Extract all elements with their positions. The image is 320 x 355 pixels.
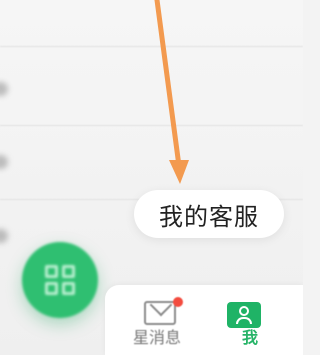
- mobile-screen: 我的客服 星消息 我: [0, 0, 303, 355]
- qr-code-icon: [45, 265, 75, 295]
- nav-label-me: 我: [242, 328, 259, 347]
- background-dot: [0, 155, 8, 169]
- qr-scan-button[interactable]: [22, 242, 98, 318]
- nav-item-me[interactable]: 我: [105, 285, 261, 355]
- bottom-navigation: 星消息 我: [105, 285, 303, 355]
- user-profile-icon: [227, 302, 261, 328]
- background-divider: [0, 125, 303, 126]
- background-dot: [0, 229, 8, 243]
- background-dot: [0, 82, 8, 96]
- background-divider: [0, 46, 303, 47]
- customer-service-tooltip[interactable]: 我的客服: [134, 190, 284, 238]
